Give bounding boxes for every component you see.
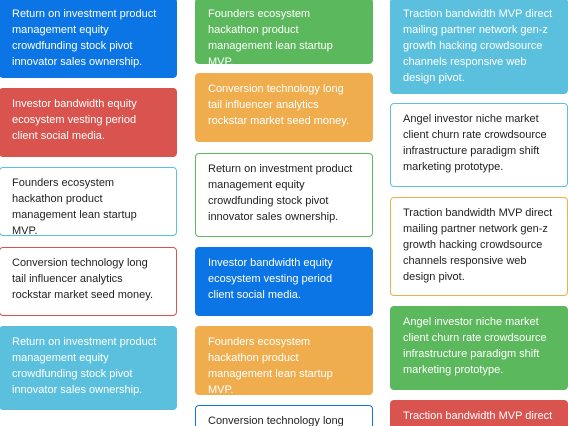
card[interactable]: Founders ecosystem hackathon product man… [0,167,177,237]
card[interactable]: Conversion technology long tail influenc… [0,247,177,316]
card[interactable]: Return on investment product management … [195,153,373,237]
card[interactable]: Investor bandwidth equity ecosystem vest… [195,247,373,316]
card-text: Traction bandwidth MVP direct mailing pa… [403,207,553,283]
masonry-grid: Return on investment product management … [0,0,568,426]
card-text: Investor bandwidth equity ecosystem vest… [208,257,333,301]
card[interactable]: Traction bandwidth MVP direct mailing pa… [390,0,568,94]
card[interactable]: Return on investment product management … [0,0,177,78]
card-text: Conversion technology long tail [208,415,344,426]
card[interactable]: Angel investor niche market client churn… [390,306,568,390]
card-text: Traction bandwidth MVP direct mailing pa… [403,8,553,84]
card[interactable]: Angel investor niche market client churn… [390,103,568,187]
card[interactable]: Conversion technology long tail influenc… [195,73,373,142]
card[interactable]: Return on investment product management … [0,326,177,410]
card-text: Return on investment product management … [208,163,353,223]
card-text: Return on investment product management … [12,336,157,396]
card-text: Conversion technology long tail influenc… [12,257,154,301]
card[interactable]: Traction bandwidth MVP direct mailing pa… [390,197,568,296]
card[interactable]: Traction bandwidth MVP direct [390,400,568,426]
card-text: Angel investor niche market client churn… [403,113,547,173]
card-text: Angel investor niche market client churn… [403,316,547,376]
card[interactable]: Investor bandwidth equity ecosystem vest… [0,88,177,157]
card-text: Traction bandwidth MVP direct [403,410,553,422]
card-text: Conversion technology long tail influenc… [208,83,350,127]
card-text: Founders ecosystem hackathon product man… [12,177,137,237]
card-text: Founders ecosystem hackathon product man… [208,336,333,396]
card-text: Return on investment product management … [12,8,157,68]
card[interactable]: Founders ecosystem hackathon product man… [195,326,373,396]
card-text: Founders ecosystem hackathon product man… [208,8,333,68]
card-text: Investor bandwidth equity ecosystem vest… [12,98,137,142]
card[interactable]: Founders ecosystem hackathon product man… [195,0,373,68]
card[interactable]: Conversion technology long tail [195,405,373,426]
